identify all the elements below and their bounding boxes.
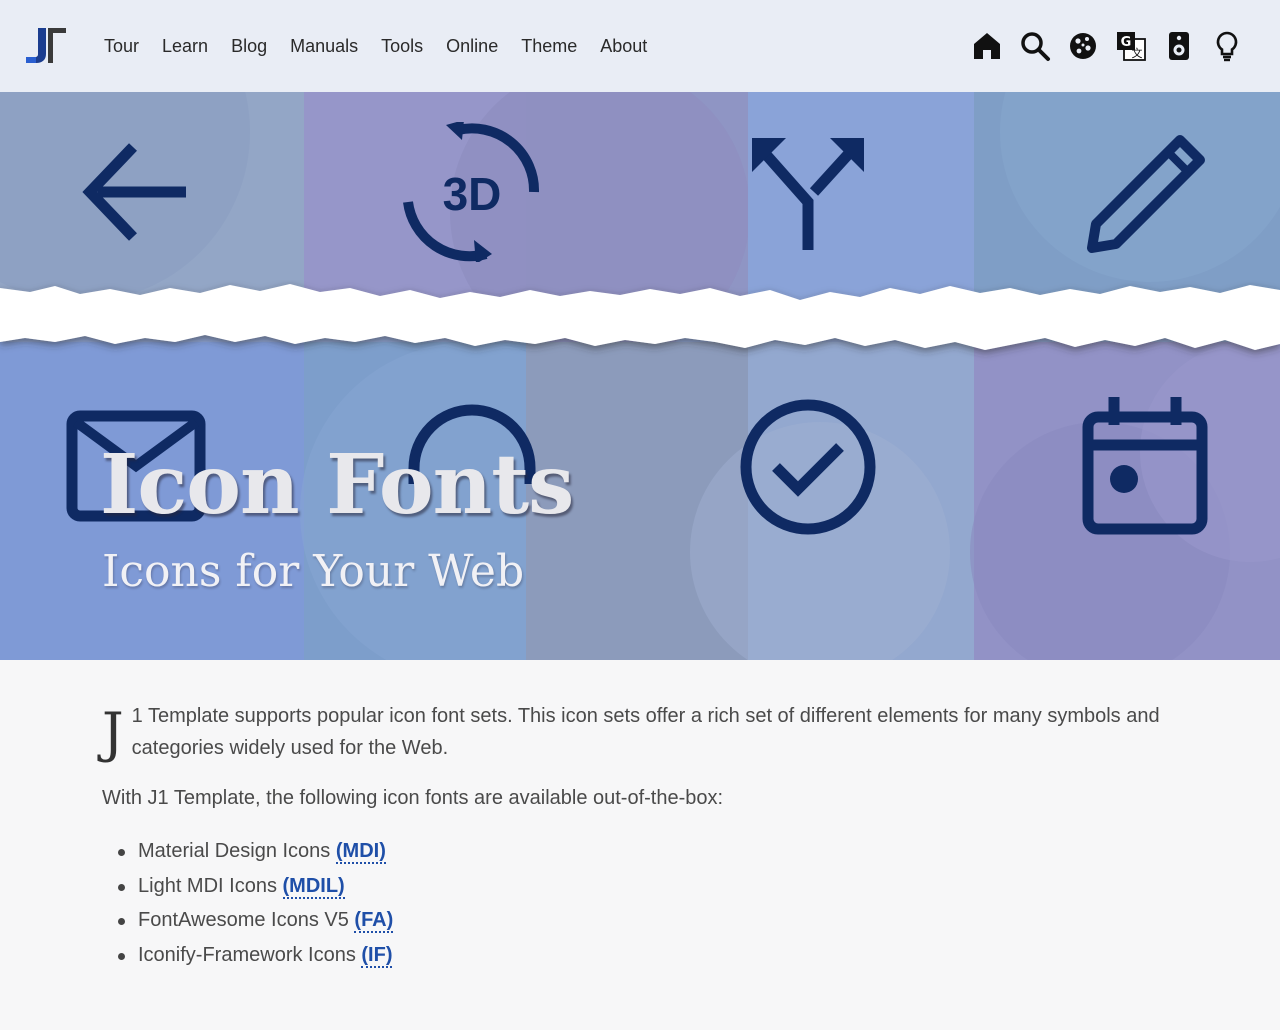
list-item: Light MDI Icons (MDIL)	[116, 869, 1182, 904]
available-fonts-paragraph: With J1 Template, the following icon fon…	[102, 787, 724, 809]
dropcap: J	[102, 701, 124, 764]
list-item-label: Light MDI Icons	[138, 874, 283, 897]
nav-item-learn[interactable]: Learn	[162, 36, 208, 57]
nav-item-theme[interactable]: Theme	[521, 36, 577, 57]
fa-link[interactable]: (FA)	[354, 909, 394, 933]
nav-item-about[interactable]: About	[600, 36, 647, 57]
arrow-left-icon	[82, 143, 186, 241]
nav-item-manuals[interactable]: Manuals	[290, 36, 358, 57]
translate-icon: G文	[1117, 32, 1146, 61]
page-subtitle: Icons for Your Web	[102, 546, 525, 597]
list-item-label: FontAwesome Icons V5	[138, 909, 355, 931]
theme-toggle-button[interactable]	[1210, 26, 1244, 66]
call-split-icon	[752, 138, 864, 250]
cookie-icon	[1070, 33, 1096, 59]
main-content: J1 Template supports popular icon font s…	[102, 700, 1182, 972]
list-item: Iconify-Framework Icons (IF)	[116, 938, 1182, 973]
list-item-label: Material Design Icons	[138, 840, 336, 862]
search-button[interactable]	[1018, 26, 1052, 66]
svg-text:3D: 3D	[443, 168, 502, 220]
intro-text: 1 Template supports popular icon font se…	[131, 705, 1160, 759]
list-item: Material Design Icons (MDI)	[116, 834, 1182, 869]
page-title: Icon Fonts	[100, 437, 574, 533]
list-item: FontAwesome Icons V5 (FA)	[116, 903, 1182, 938]
nav-item-tour[interactable]: Tour	[104, 36, 139, 57]
speaker-button[interactable]	[1162, 26, 1196, 66]
nav-item-blog[interactable]: Blog	[231, 36, 267, 57]
list-item-label: Iconify-Framework Icons	[138, 943, 362, 966]
hero-banner: 3D Icon Fonts Icons for Your Web	[0, 92, 1280, 660]
j1-logo-icon[interactable]	[24, 26, 68, 66]
check-circle-icon	[740, 399, 876, 535]
mdil-link[interactable]: (MDIL)	[282, 874, 345, 899]
main-nav: Tour Learn Blog Manuals Tools Online The…	[104, 0, 670, 92]
torn-paper-divider	[0, 284, 1280, 350]
intro-paragraph: J1 Template supports popular icon font s…	[102, 700, 1182, 764]
pencil-icon	[1087, 135, 1205, 253]
cookie-button[interactable]	[1066, 26, 1100, 66]
search-icon	[1021, 32, 1050, 61]
home-button[interactable]	[970, 26, 1004, 66]
rotate-3d-icon: 3D	[403, 122, 540, 262]
nav-item-tools[interactable]: Tools	[381, 36, 423, 57]
svg-text:G: G	[1121, 35, 1132, 50]
lightbulb-icon	[1216, 31, 1238, 62]
header-tools: G文	[970, 26, 1244, 66]
mdi-link[interactable]: (MDI)	[335, 840, 386, 864]
translate-button[interactable]: G文	[1114, 26, 1148, 66]
calendar-icon	[1082, 397, 1208, 535]
svg-text:文: 文	[1132, 46, 1143, 60]
icon-font-list: Material Design Icons (MDI) Light MDI Ic…	[102, 834, 1182, 972]
if-link[interactable]: (IF)	[361, 943, 393, 968]
home-icon	[974, 33, 1000, 59]
top-navigation-bar: Tour Learn Blog Manuals Tools Online The…	[0, 0, 1280, 92]
speaker-icon	[1169, 32, 1189, 60]
nav-item-online[interactable]: Online	[446, 36, 498, 57]
